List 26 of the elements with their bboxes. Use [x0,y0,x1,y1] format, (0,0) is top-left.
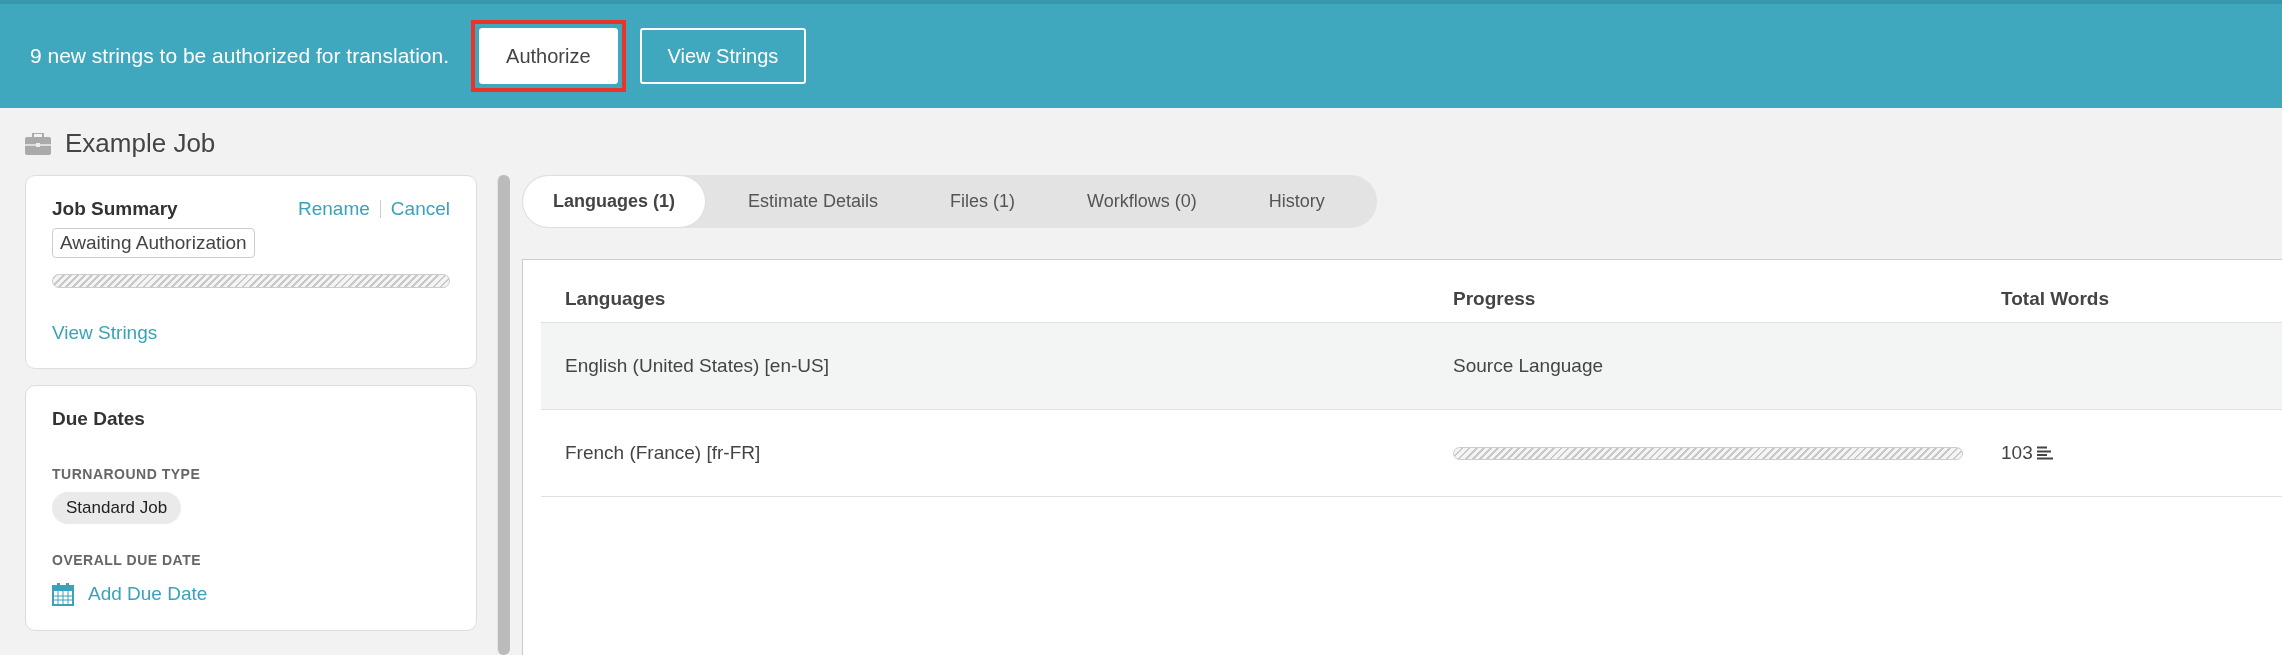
scrollbar[interactable] [497,175,510,655]
briefcase-icon [25,132,51,155]
status-label: Awaiting Authorization [52,228,255,258]
calendar-icon [52,582,74,606]
word-count: 103 [2001,442,2033,464]
view-strings-link[interactable]: View Strings [52,322,450,344]
tab[interactable]: Workflows (0) [1057,175,1227,228]
cancel-link[interactable]: Cancel [390,198,450,220]
tab[interactable]: Languages (1) [522,175,707,228]
card-heading: Due Dates [52,408,146,430]
lines-icon [2036,446,2053,460]
banner-message: 9 new strings to be authorized for translation. [30,44,450,68]
field-label: TURNAROUND TYPE [52,466,202,482]
tab[interactable]: Estimate Details [718,175,909,228]
table-cell: French (France) [fr-FR] [541,410,1429,497]
table-cell: Source Language [1429,323,1977,410]
table-cell: English (United States) [en-US] [541,323,1429,410]
card-heading: Job Summary [52,198,178,220]
rename-link[interactable]: Rename [298,198,370,220]
tab[interactable]: Files (1) [920,175,1046,228]
turnaround-tag: Standard Job [52,492,182,524]
tab[interactable]: History [1238,175,1355,228]
add-due-date-link[interactable]: Add Due Date [88,583,208,605]
authorize-button[interactable]: Authorize [479,28,618,84]
field-label: OVERALL DUE DATE [52,552,203,568]
job-title: Example Job [65,128,216,159]
